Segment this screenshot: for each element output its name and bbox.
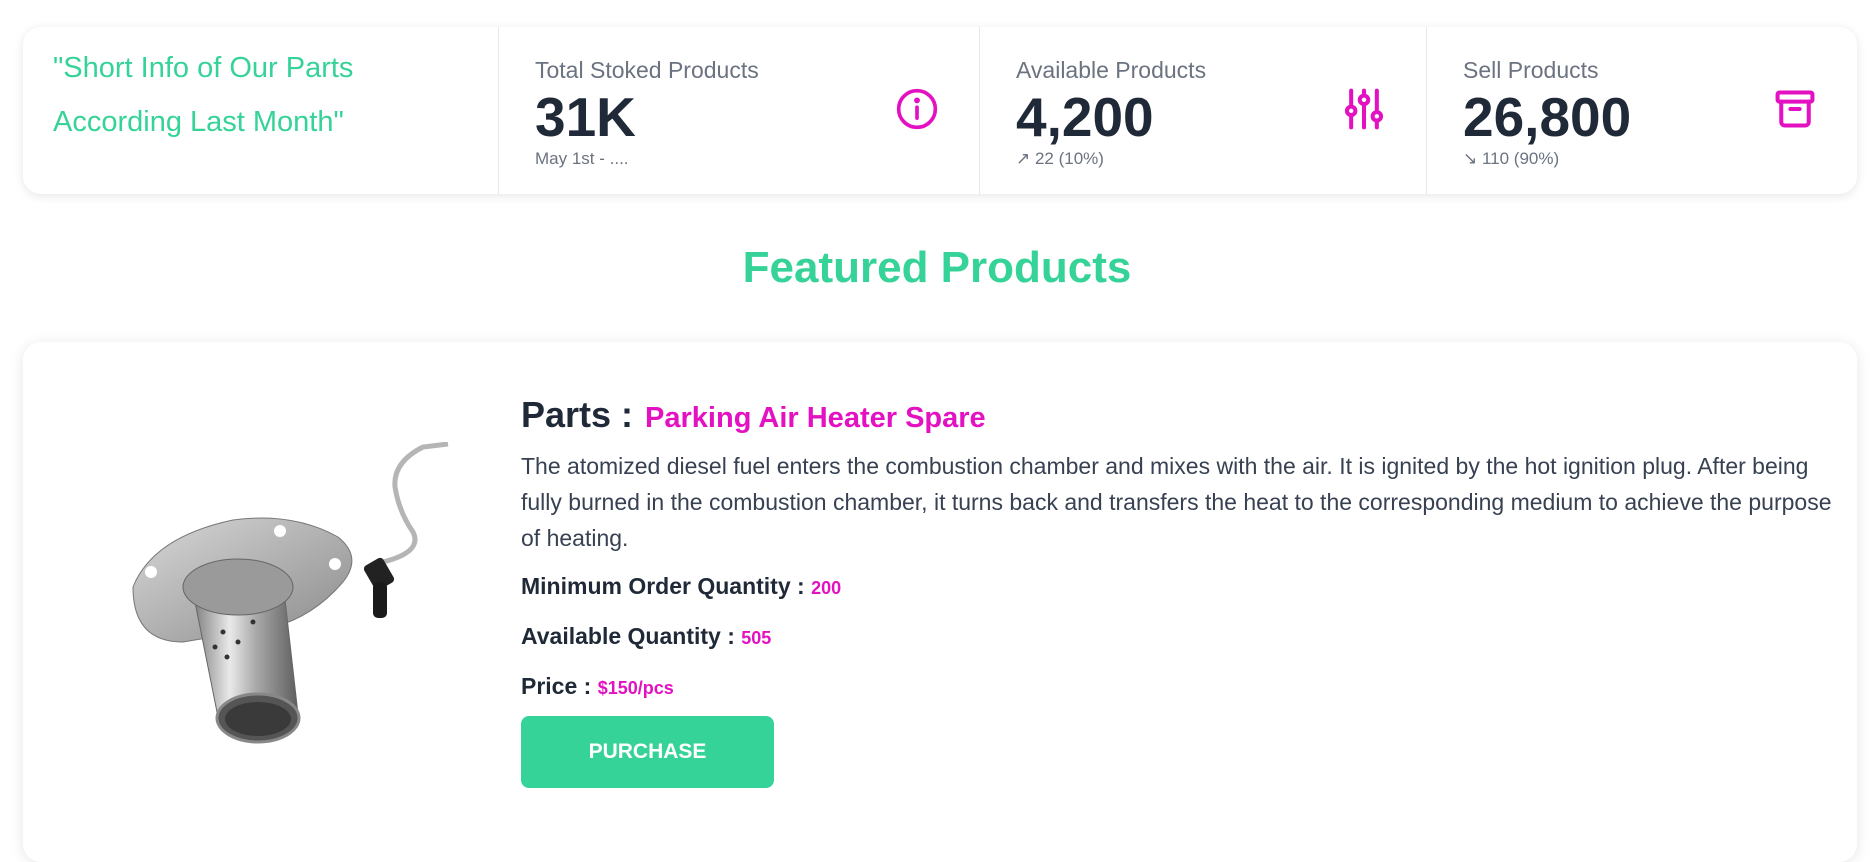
purchase-button[interactable]: PURCHASE: [521, 716, 774, 788]
product-description: The atomized diesel fuel enters the comb…: [521, 453, 1832, 551]
featured-products-title: Featured Products: [742, 243, 1132, 292]
price-value: $150/pcs: [597, 678, 674, 698]
archive-box-icon: [1775, 90, 1815, 128]
intro-line-1: "Short Info of Our Parts: [53, 52, 354, 84]
price-field: Price : $150/pcs: [521, 668, 1841, 706]
min-order-label: Minimum Order Quantity :: [521, 573, 805, 599]
info-circle-icon: [896, 88, 938, 130]
stat-desc: ↗ 22 (10%): [1016, 149, 1104, 168]
stat-sell: Sell Products 26,800 ↘ 110 (90%): [1427, 27, 1857, 194]
available-label: Available Quantity :: [521, 623, 735, 649]
stat-available: Available Products 4,200 ↗ 22 (10%): [980, 27, 1427, 194]
stat-title: Total Stoked Products: [535, 57, 759, 83]
min-order-field: Minimum Order Quantity : 200: [521, 568, 1841, 606]
product-name: Parking Air Heater Spare: [645, 402, 986, 434]
price-label: Price :: [521, 673, 592, 699]
stat-desc: May 1st - ....: [535, 149, 629, 168]
stat-title: Sell Products: [1463, 57, 1599, 83]
intro-line-2: According Last Month": [53, 106, 344, 138]
product-info: Parts : Parking Air Heater Spare The ato…: [521, 394, 1841, 788]
available-field: Available Quantity : 505: [521, 618, 1841, 656]
product-image: [132, 442, 449, 744]
stat-desc: ↘ 110 (90%): [1463, 149, 1560, 168]
stats-panel: "Short Info of Our Parts According Last …: [23, 27, 1857, 194]
sliders-icon: [1344, 88, 1384, 130]
available-value: 505: [741, 628, 772, 648]
stats-intro: "Short Info of Our Parts According Last …: [23, 27, 499, 194]
stat-total-stoked: Total Stoked Products 31K May 1st - ....: [499, 27, 980, 194]
parts-row: Parts : Parking Air Heater Spare: [521, 394, 1841, 436]
stat-title: Available Products: [1016, 57, 1207, 83]
min-order-value: 200: [811, 578, 842, 598]
parts-label: Parts :: [521, 394, 634, 435]
product-card: Parts : Parking Air Heater Spare The ato…: [23, 342, 1857, 862]
